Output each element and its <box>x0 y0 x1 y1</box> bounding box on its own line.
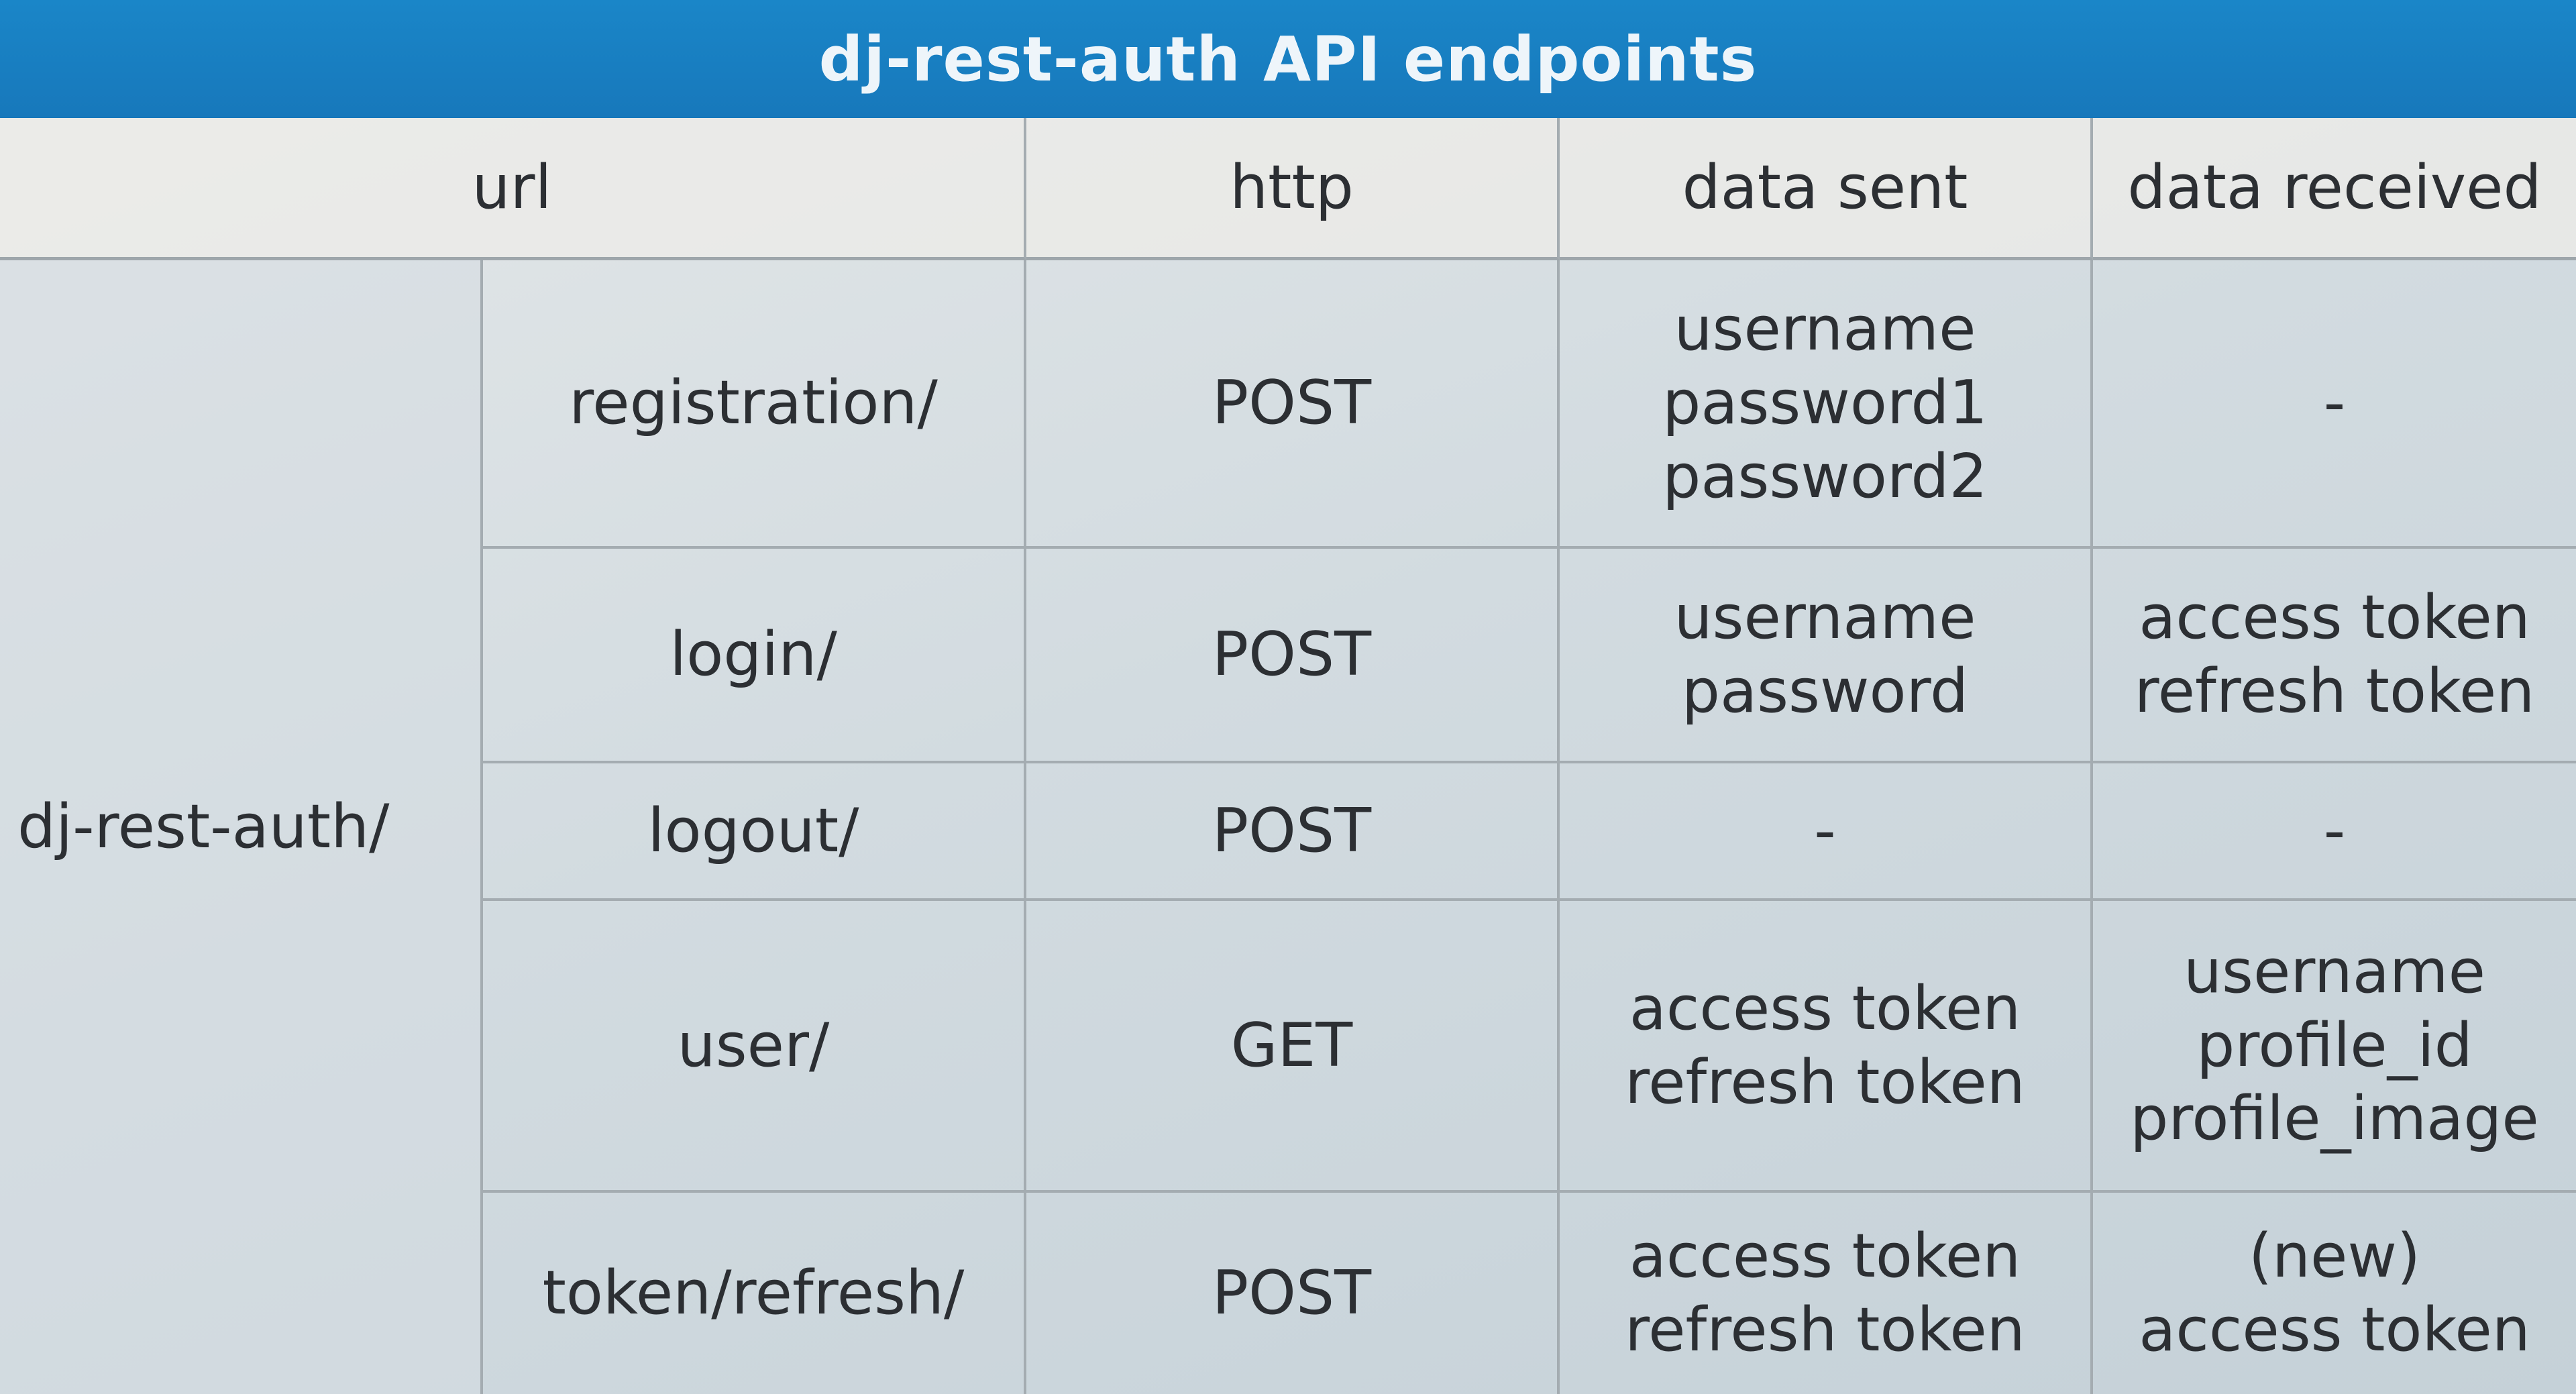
column-header-data-sent: data sent <box>1560 118 2093 260</box>
column-header-http: http <box>1026 118 1560 260</box>
table-row-data-received: username profile_id profile_image <box>2093 901 2576 1193</box>
data-sent-item: username <box>1674 294 1976 365</box>
http-method: GET <box>1230 1010 1353 1081</box>
data-sent-item: password1 <box>1662 368 1988 439</box>
endpoint-path: logout/ <box>647 795 859 866</box>
endpoint-path: token/refresh/ <box>542 1258 965 1329</box>
table-row-data-received: - <box>2093 763 2576 901</box>
url-prefix-cell: dj-rest-auth/ <box>0 260 483 1394</box>
endpoint-path: registration/ <box>569 368 938 439</box>
column-header-data-received-label: data received <box>2127 152 2542 223</box>
data-received-item: refresh token <box>2134 656 2535 727</box>
column-header-url-label: url <box>472 152 552 223</box>
table-row-data-received: - <box>2093 260 2576 549</box>
http-method: POST <box>1212 1258 1372 1329</box>
data-received-item: - <box>2323 368 2346 439</box>
data-sent-item: password <box>1681 656 1969 727</box>
table-row-path: user/ <box>483 901 1026 1193</box>
table-row-method: POST <box>1026 1193 1560 1394</box>
data-received-item: (new) <box>2248 1221 2421 1292</box>
data-sent-item: username <box>1674 582 1976 653</box>
table-row-data-received: (new) access token <box>2093 1193 2576 1394</box>
endpoint-path: login/ <box>669 619 837 690</box>
http-method: POST <box>1212 795 1372 866</box>
data-sent-item: refresh token <box>1625 1047 2025 1118</box>
column-header-url: url <box>0 118 1026 260</box>
http-method: POST <box>1212 368 1372 439</box>
data-received-item: - <box>2323 795 2346 866</box>
data-sent-item: password2 <box>1662 441 1988 512</box>
table-row-data-sent: username password1 password2 <box>1560 260 2093 549</box>
title-banner: dj-rest-auth API endpoints <box>0 0 2576 118</box>
table-row-data-sent: access token refresh token <box>1560 1193 2093 1394</box>
column-header-data-sent-label: data sent <box>1682 152 1968 223</box>
http-method: POST <box>1212 619 1372 690</box>
table-row-method: GET <box>1026 901 1560 1193</box>
data-received-item: profile_id <box>2196 1010 2473 1081</box>
table-row-method: POST <box>1026 763 1560 901</box>
data-received-item: access token <box>2139 1295 2530 1365</box>
table-row-data-received: access token refresh token <box>2093 549 2576 763</box>
table-row-method: POST <box>1026 549 1560 763</box>
page-title: dj-rest-auth API endpoints <box>818 23 1758 95</box>
table-row-path: login/ <box>483 549 1026 763</box>
data-sent-item: - <box>1814 795 1836 866</box>
table-row-path: logout/ <box>483 763 1026 901</box>
data-sent-item: refresh token <box>1625 1295 2025 1365</box>
endpoint-path: user/ <box>677 1010 830 1081</box>
url-prefix: dj-rest-auth/ <box>17 792 390 863</box>
table-row-path: token/refresh/ <box>483 1193 1026 1394</box>
table-row-method: POST <box>1026 260 1560 549</box>
table-row-path: registration/ <box>483 260 1026 549</box>
data-sent-item: access token <box>1629 1221 2021 1292</box>
table-row-data-sent: username password <box>1560 549 2093 763</box>
endpoints-table: url http data sent data received dj-rest… <box>0 118 2576 1394</box>
data-received-item: username <box>2184 936 2485 1007</box>
column-header-data-received: data received <box>2093 118 2576 260</box>
table-row-data-sent: access token refresh token <box>1560 901 2093 1193</box>
data-received-item: access token <box>2139 582 2530 653</box>
column-header-http-label: http <box>1230 152 1354 223</box>
data-sent-item: access token <box>1629 973 2021 1044</box>
table-row-data-sent: - <box>1560 763 2093 901</box>
data-received-item: profile_image <box>2130 1083 2539 1155</box>
